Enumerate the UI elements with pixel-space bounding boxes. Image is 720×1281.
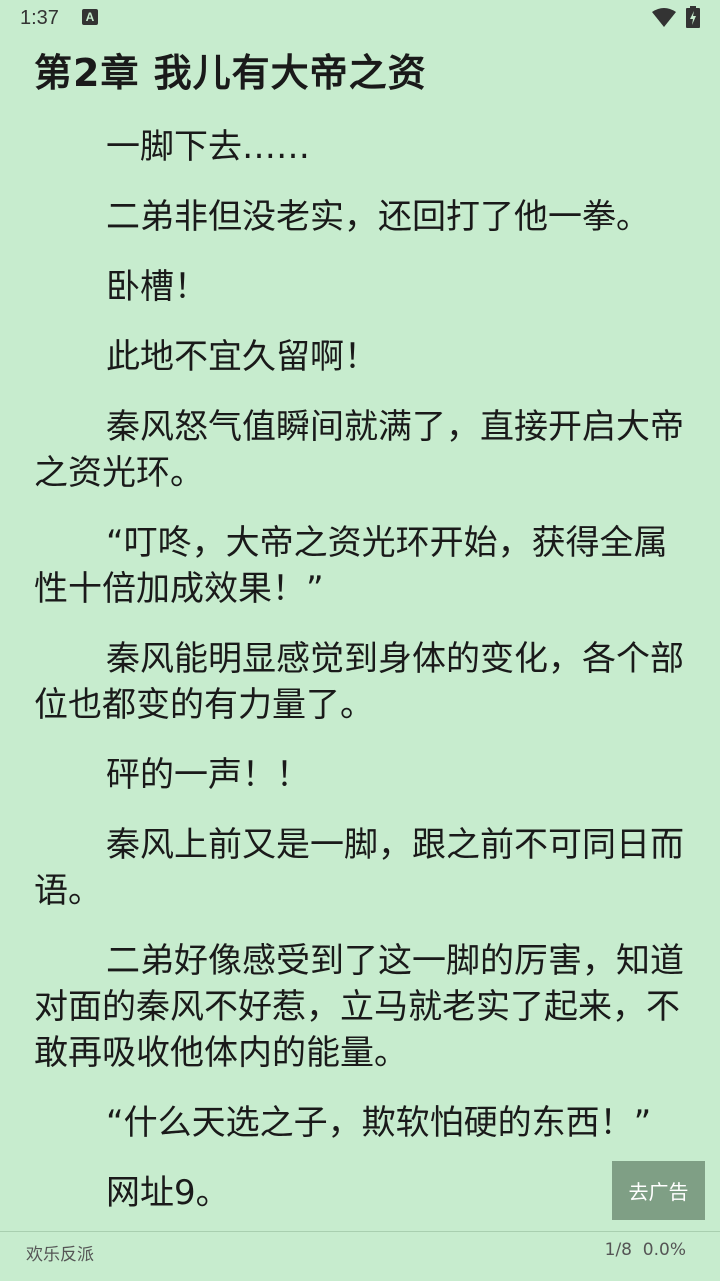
paragraph: 二弟好像感受到了这一脚的厉害，知道对面的秦风不好惹，立马就老实了起来，不敢再吸收… [34,941,684,1073]
paragraph: “什么天选之子，欺软怕硬的东西！” [106,1103,652,1143]
wifi-icon [652,8,676,27]
paragraph: 网址9。 [106,1173,230,1213]
notification-icon: A [82,9,98,25]
paragraph: “叮咚，大帝之资光环开始，获得全属性十倍加成效果！” [34,523,668,609]
book-name: 欢乐反派 [26,1245,94,1265]
reader-footer: 欢乐反派 1/8 0.0% [0,1231,720,1281]
battery-icon [686,6,700,28]
paragraph: 此地不宜久留啊！ [106,337,378,377]
status-bar: 1:37 A [0,0,720,36]
paragraph: 秦风上前又是一脚，跟之前不可同日而语。 [34,825,684,911]
reading-progress: 1/8 0.0% [605,1240,686,1260]
paragraph: 一脚下去…… [106,127,310,167]
paragraph: 二弟非但没老实，还回打了他一拳。 [106,197,650,237]
page-indicator: 1/8 [604,1240,632,1260]
chapter-content[interactable]: 一脚下去…… 二弟非但没老实，还回打了他一拳。 卧槽！ 此地不宜久留啊！ 秦风怒… [34,124,688,1240]
chapter-title: 第2章 我儿有大帝之资 [34,51,427,95]
paragraph: 秦风怒气值瞬间就满了，直接开启大帝之资光环。 [34,407,684,493]
percent-indicator: 0.0% [642,1240,686,1260]
status-time: 1:37 [20,7,59,29]
paragraph: 秦风能明显感觉到身体的变化，各个部位也都变的有力量了。 [34,639,684,725]
paragraph: 卧槽！ [106,267,208,307]
remove-ads-button[interactable]: 去广告 [612,1161,705,1220]
paragraph: 砰的一声！！ [106,755,310,795]
